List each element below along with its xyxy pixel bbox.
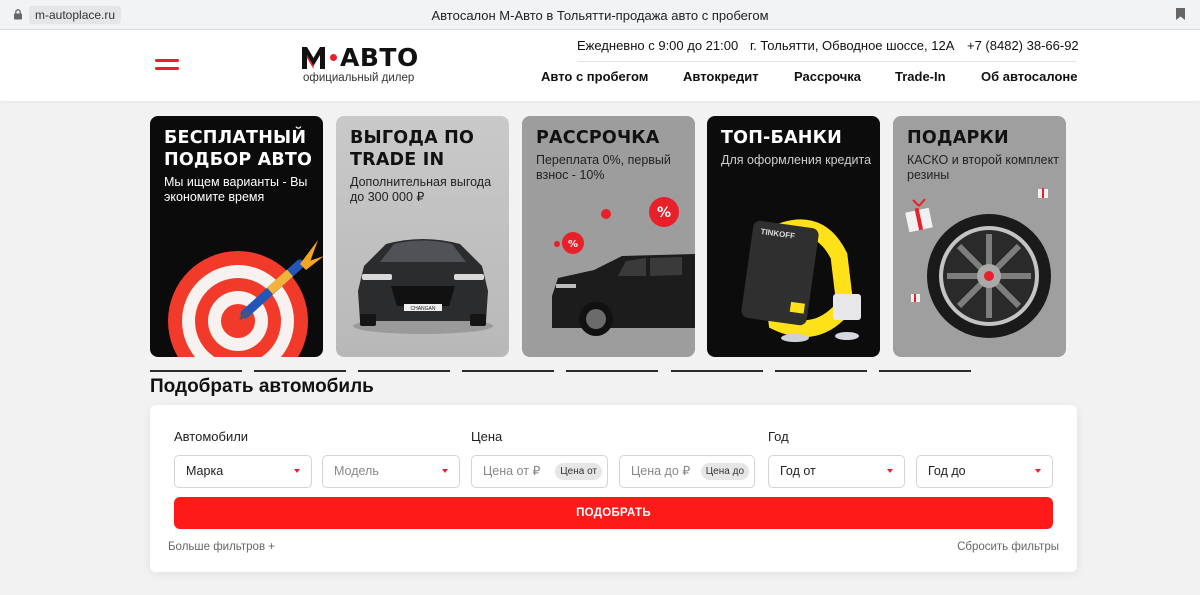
logo-m-icon bbox=[302, 46, 325, 69]
svg-text:%: % bbox=[568, 239, 578, 250]
year-label: Год bbox=[768, 429, 789, 444]
browser-toolbar: m-autoplace.ru Автосалон М-Авто в Тольят… bbox=[0, 0, 1200, 30]
year-to-select[interactable]: Год до bbox=[916, 455, 1053, 488]
price-label: Цена bbox=[471, 429, 503, 444]
chevron-down-icon bbox=[294, 469, 300, 473]
cars-label: Автомобили bbox=[174, 429, 249, 444]
nav-trade-in[interactable]: Trade-In bbox=[895, 69, 946, 84]
price-from-input[interactable]: Цена от ₽ Цена от bbox=[471, 455, 608, 488]
year-to-value: Год до bbox=[928, 464, 966, 478]
nav-car-loan[interactable]: Автокредит bbox=[683, 69, 759, 84]
section-title: Подобрать автомобиль bbox=[150, 376, 374, 397]
promo-title: ТОП-БАНКИ bbox=[721, 128, 843, 148]
promo-card-free-selection[interactable]: БЕСПЛАТНЫЙ ПОДБОР АВТО Мы ищем варианты … bbox=[150, 116, 323, 357]
promo-subtitle: Дополнительная выгода до 300 000 ₽ bbox=[350, 175, 492, 204]
promo-title: РАССРОЧКА bbox=[536, 128, 660, 148]
license-plate-text: CHANGAN bbox=[410, 306, 435, 312]
price-to-input[interactable]: Цена до ₽ Цена до bbox=[619, 455, 755, 488]
price-from-placeholder: Цена от ₽ bbox=[483, 464, 541, 478]
more-filters-link[interactable]: Больше фильтров + bbox=[168, 541, 275, 553]
carousel-dot[interactable] bbox=[879, 370, 971, 372]
nav-used-cars[interactable]: Авто с пробегом bbox=[541, 69, 648, 84]
bookmark-icon[interactable] bbox=[1176, 8, 1185, 20]
svg-text:%: % bbox=[657, 205, 671, 221]
year-from-value: Год от bbox=[780, 464, 816, 478]
car-search-form: Автомобили Цена Год Марка Модель Цена от… bbox=[150, 405, 1077, 572]
promo-subtitle: Мы ищем варианты - Вы экономите время bbox=[164, 175, 308, 204]
promo-subtitle: КАСКО и второй комплект резины bbox=[907, 153, 1059, 182]
header-divider bbox=[577, 61, 1076, 62]
model-select[interactable]: Модель bbox=[322, 455, 460, 488]
promo-card-installment[interactable]: % % РАССРОЧКА Переплата 0%, первый взнос… bbox=[522, 116, 695, 357]
phone-link[interactable]: +7 (8482) 38-66-92 bbox=[967, 38, 1079, 53]
promo-title: ПОДАРКИ bbox=[907, 128, 1009, 148]
promo-card-top-banks[interactable]: TINKOFF ТОП-БАНКИ Для оформления кредита bbox=[707, 116, 880, 357]
promo-title: ВЫГОДА ПО TRADE IN bbox=[350, 128, 475, 170]
promo-subtitle: Переплата 0%, первый взнос - 10% bbox=[536, 153, 671, 182]
price-to-placeholder: Цена до ₽ bbox=[631, 464, 691, 478]
browser-page-title: Автосалон М-Авто в Тольятти-продажа авто… bbox=[431, 8, 769, 23]
nav-installment[interactable]: Рассрочка bbox=[794, 69, 861, 84]
promo-title: БЕСПЛАТНЫЙ ПОДБОР АВТО bbox=[164, 128, 313, 170]
chevron-down-icon bbox=[887, 469, 893, 473]
reset-filters-link[interactable]: Сбросить фильтры bbox=[957, 541, 1059, 553]
nav-about[interactable]: Об автосалоне bbox=[981, 69, 1078, 84]
carousel-dot[interactable] bbox=[150, 370, 242, 372]
chevron-down-icon bbox=[442, 469, 448, 473]
working-hours: Ежедневно с 9:00 до 21:00 bbox=[577, 38, 739, 53]
carousel-dot[interactable] bbox=[358, 370, 450, 372]
price-to-chip: Цена до bbox=[700, 463, 749, 480]
make-select-value: Марка bbox=[186, 464, 224, 478]
carousel-dot[interactable] bbox=[671, 370, 763, 372]
address: г. Тольятти, Обводное шоссе, 12А bbox=[750, 38, 955, 53]
carousel-dot[interactable] bbox=[566, 370, 658, 372]
price-from-chip: Цена от bbox=[555, 463, 602, 480]
chevron-down-icon bbox=[1035, 469, 1041, 473]
carousel-dot[interactable] bbox=[254, 370, 346, 372]
logo-text: АВТО bbox=[340, 42, 419, 72]
year-from-select[interactable]: Год от bbox=[768, 455, 905, 488]
carousel-dot[interactable] bbox=[462, 370, 554, 372]
menu-icon[interactable] bbox=[155, 57, 179, 75]
promo-subtitle: Для оформления кредита bbox=[721, 153, 872, 167]
make-select[interactable]: Марка bbox=[174, 455, 312, 488]
logo-subtitle: официальный дилер bbox=[303, 72, 415, 84]
site-header: АВТО официальный дилер Ежедневно с 9:00 … bbox=[0, 30, 1200, 101]
logo[interactable]: АВТО официальный дилер bbox=[302, 42, 422, 86]
promo-card-trade-in[interactable]: CHANGAN ВЫГОДА ПО TRADE IN Дополнительна… bbox=[336, 116, 509, 357]
promo-card-gifts[interactable]: ПОДАРКИ КАСКО и второй комплект резины bbox=[893, 116, 1066, 357]
search-submit-button[interactable]: ПОДОБРАТЬ bbox=[174, 497, 1053, 529]
logo-dot bbox=[330, 53, 337, 61]
carousel-dot[interactable] bbox=[775, 370, 867, 372]
model-select-value: Модель bbox=[334, 464, 379, 478]
